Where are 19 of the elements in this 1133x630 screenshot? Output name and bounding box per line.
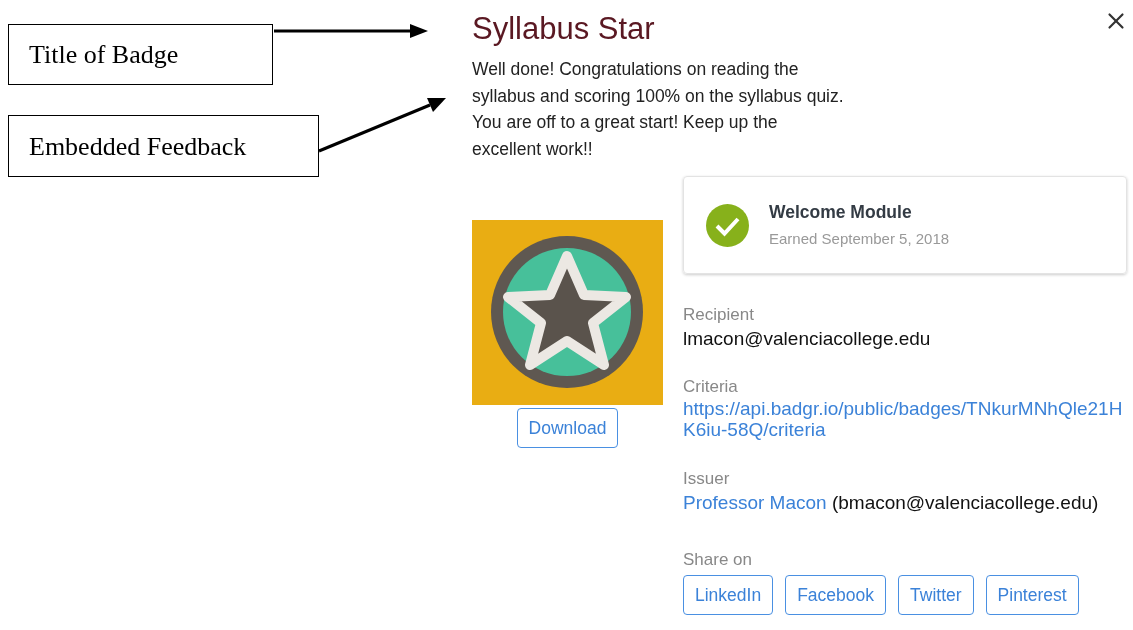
annotation-label: Embedded Feedback — [8, 115, 319, 177]
recipient-email: lmacon@valenciacollege.edu — [683, 327, 932, 351]
issuer-link[interactable]: Professor Macon — [683, 492, 827, 513]
share-button[interactable]: Facebook — [785, 575, 887, 615]
field-label: Share on — [683, 549, 753, 571]
download-button[interactable]: Download — [516, 408, 619, 448]
issuer-text: Professor Macon (bmacon@valenciacollege.edu) — [683, 492, 1100, 513]
module-name: Welcome Module — [769, 201, 913, 225]
earned-date: Earned September 5, 2018 — [769, 229, 950, 250]
field-label: Recipient — [683, 304, 755, 326]
share-button[interactable]: Twitter — [898, 575, 974, 615]
annotation-label: Title of Badge — [8, 24, 273, 85]
field-label: Criteria — [683, 376, 739, 398]
badge-title: Syllabus Star — [472, 10, 655, 48]
feedback-text: Well done! Congratulations on reading the syllabus and scoring 100% on the syllabus quiz. You are off to a great start! Keep up the excellent work!! — [472, 58, 844, 161]
criteria-link[interactable]: https://api.badgr.io/public/badges/TNkurMNhQle21HK6iu-58Q/criteria — [683, 398, 1123, 440]
share-button[interactable]: LinkedIn — [683, 575, 774, 615]
field-label: Issuer — [683, 468, 731, 490]
share-button[interactable]: Pinterest — [985, 575, 1079, 615]
